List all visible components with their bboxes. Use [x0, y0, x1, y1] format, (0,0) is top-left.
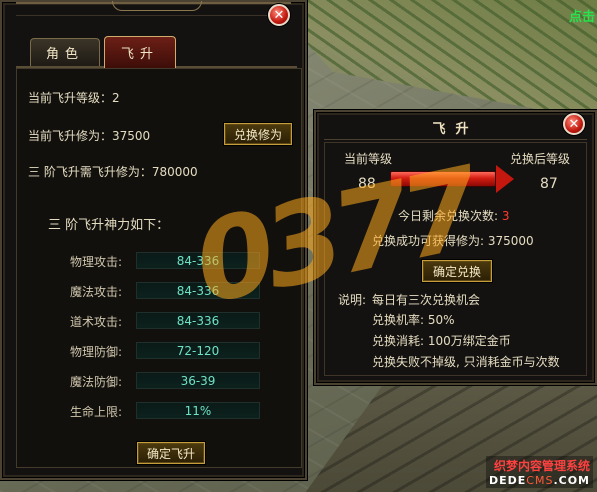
exchange-gain: 兑换成功可获得修为: 375000	[372, 232, 534, 249]
tab-ascension[interactable]: 飞升	[104, 36, 176, 68]
stat-label: 物理攻击:	[70, 255, 123, 269]
remaining-label: 今日剩余兑换次数:	[398, 209, 499, 223]
note-line: 兑换失败不掉级, 只消耗金币与次数	[372, 355, 560, 369]
exchange-cultivation-button[interactable]: 兑换修为	[224, 123, 292, 145]
note-line: 兑换消耗: 100万绑定金币	[372, 334, 511, 348]
required-cultivation-value: 780000	[151, 165, 198, 179]
stat-row-taoist-attack: 道术攻击: 84-336	[70, 312, 260, 330]
arrow-bar	[390, 171, 496, 187]
current-level-value: 88	[358, 176, 376, 192]
gain-value: 375000	[487, 234, 534, 248]
stat-bar: 84-336	[136, 252, 260, 269]
stat-row-physical-defense: 物理防御: 72-120	[70, 342, 260, 360]
tab-character[interactable]: 角色	[30, 38, 100, 66]
stat-row-magic-defense: 魔法防御: 36-39	[70, 372, 260, 390]
stat-label: 道术攻击:	[70, 315, 123, 329]
notes-label: 说明:	[338, 293, 367, 307]
stat-bar: 11%	[136, 402, 260, 419]
divine-power-heading: 三 阶飞升神力如下：	[48, 218, 170, 233]
stat-value: 84-336	[176, 313, 220, 328]
stat-label: 生命上限:	[70, 405, 123, 419]
after-level-value: 87	[540, 176, 558, 192]
dialog-title-bar: 飞升	[324, 116, 587, 140]
stat-value: 84-336	[176, 253, 220, 268]
stat-bar: 84-336	[136, 312, 260, 329]
tab-bar: 角色 飞升	[16, 34, 297, 68]
note-line: 兑换机率: 50%	[372, 313, 455, 327]
current-level-label: 当前飞升等级：	[28, 91, 113, 105]
current-cultivation-label: 当前飞升修为：	[28, 129, 113, 143]
confirm-exchange-button[interactable]: 确定兑换	[422, 260, 492, 282]
close-button[interactable]: ✕	[268, 4, 290, 26]
stat-value: 72-120	[176, 343, 220, 358]
stat-bar: 84-336	[136, 282, 260, 299]
gain-label: 兑换成功可获得修为:	[372, 234, 485, 248]
character-panel: ✕ 角色 飞升 当前飞升等级：2 当前飞升修为：37500 兑换修为 三 阶飞升…	[0, 0, 307, 480]
current-level-label: 当前等级	[344, 152, 393, 166]
current-level-value: 2	[112, 91, 120, 105]
right-arrow-icon	[496, 165, 514, 193]
required-cultivation: 三 阶飞升需飞升修为：780000	[28, 163, 198, 180]
current-ascension-level: 当前飞升等级：2	[28, 89, 120, 106]
confirm-ascension-button[interactable]: 确定飞升	[137, 442, 205, 464]
stat-value: 36-39	[180, 373, 216, 388]
current-cultivation-value: 37500	[112, 129, 151, 143]
stat-bar: 36-39	[136, 372, 260, 389]
grass-area	[267, 0, 597, 120]
exchange-dialog: 飞升 ✕ 当前等级 兑换后等级 88 87 今日剩余兑换次数: 3 兑换成功可获…	[314, 110, 597, 385]
remaining-value: 3	[501, 209, 510, 223]
panel-frame-ornament-center	[112, 1, 202, 11]
click-hint-text[interactable]: 点击	[569, 6, 595, 25]
note-line: 每日有三次兑换机会	[372, 293, 481, 307]
required-cultivation-label: 三 阶飞升需飞升修为：	[28, 165, 152, 179]
stat-label: 魔法防御:	[70, 375, 123, 389]
stat-row-hp-limit: 生命上限: 11%	[70, 402, 260, 420]
stat-row-physical-attack: 物理攻击: 84-336	[70, 252, 260, 270]
stat-label: 物理防御:	[70, 345, 123, 359]
close-icon: ✕	[273, 7, 285, 23]
remaining-exchanges: 今日剩余兑换次数: 3	[398, 207, 510, 224]
stat-value: 84-336	[176, 283, 220, 298]
stat-row-magic-attack: 魔法攻击: 84-336	[70, 282, 260, 300]
current-cultivation: 当前飞升修为：37500	[28, 127, 150, 144]
after-level-label: 兑换后等级	[510, 152, 571, 166]
stat-bar: 72-120	[136, 342, 260, 359]
dialog-close-button[interactable]: ✕	[563, 113, 585, 135]
close-icon: ✕	[568, 116, 580, 132]
dialog-title: 飞升	[432, 122, 479, 137]
stat-label: 魔法攻击:	[70, 285, 123, 299]
stat-value: 11%	[184, 403, 212, 418]
